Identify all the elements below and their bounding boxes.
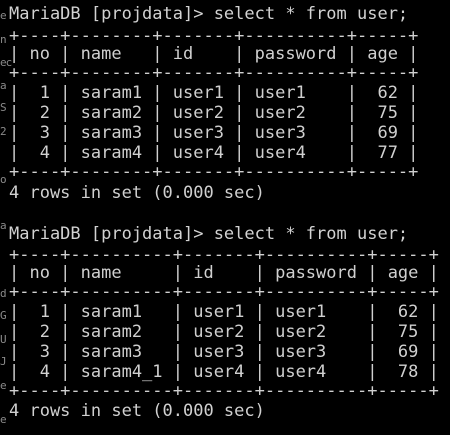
table-border: +----+--------+-------+----------+-----+ [9, 162, 419, 182]
left-fragment: o [0, 173, 7, 186]
table-header-row: | no | name | id | password | age | [9, 263, 439, 283]
table-row: | 3 | saram3 | user3 | user3 | 69 | [9, 342, 439, 362]
table-row: | 1 | saram1 | user1 | user1 | 62 | [9, 302, 439, 322]
terminal-window[interactable]: e n ec a S 2 o a d G U J e e MariaDB [pr… [0, 0, 450, 435]
sql-prompt-line: MariaDB [projdata]> select * from user; [9, 4, 409, 24]
left-fragment: e [0, 379, 7, 392]
table-border: +----+----------+-------+----------+----… [9, 381, 439, 401]
left-fragment: J [0, 355, 7, 368]
table-row: | 2 | saram2 | user2 | user2 | 75 | [9, 103, 419, 123]
left-fragment: S [0, 101, 7, 114]
table-border: +----+----------+-------+----------+----… [9, 282, 439, 302]
left-fragment: e [0, 413, 7, 426]
left-edge-cut-text: e n ec a S 2 o a d G U J e e [0, 0, 12, 435]
sql-prompt-line: MariaDB [projdata]> select * from user; [9, 224, 409, 244]
table-border: +----+----------+-------+----------+----… [9, 245, 439, 265]
left-fragment: U [0, 333, 7, 346]
table-border: +----+--------+-------+----------+-----+ [9, 26, 419, 46]
result-table: +----+----------+-------+----------+----… [9, 245, 450, 405]
table-row: | 2 | saram2 | user2 | user2 | 75 | [9, 322, 439, 342]
table-border: +----+--------+-------+----------+-----+ [9, 63, 419, 83]
table-row: | 4 | saram4_1 | user4 | user4 | 78 | [9, 362, 439, 382]
left-fragment: 2 [0, 125, 7, 138]
left-fragment: a [0, 79, 7, 92]
table-row: | 4 | saram4 | user4 | user4 | 77 | [9, 143, 419, 163]
table-header-row: | no | name | id | password | age | [9, 44, 419, 64]
result-table: +----+--------+-------+----------+-----+… [9, 26, 450, 186]
result-summary: 4 rows in set (0.000 sec) [9, 401, 265, 421]
table-row: | 1 | saram1 | user1 | user1 | 62 | [9, 83, 419, 103]
left-fragment: G [0, 309, 7, 322]
left-fragment: n [0, 33, 7, 46]
result-summary: 4 rows in set (0.000 sec) [9, 183, 265, 203]
left-fragment: d [0, 287, 7, 300]
table-row: | 3 | saram3 | user3 | user3 | 69 | [9, 123, 419, 143]
left-fragment: a [0, 219, 7, 232]
left-fragment: e [0, 9, 7, 22]
